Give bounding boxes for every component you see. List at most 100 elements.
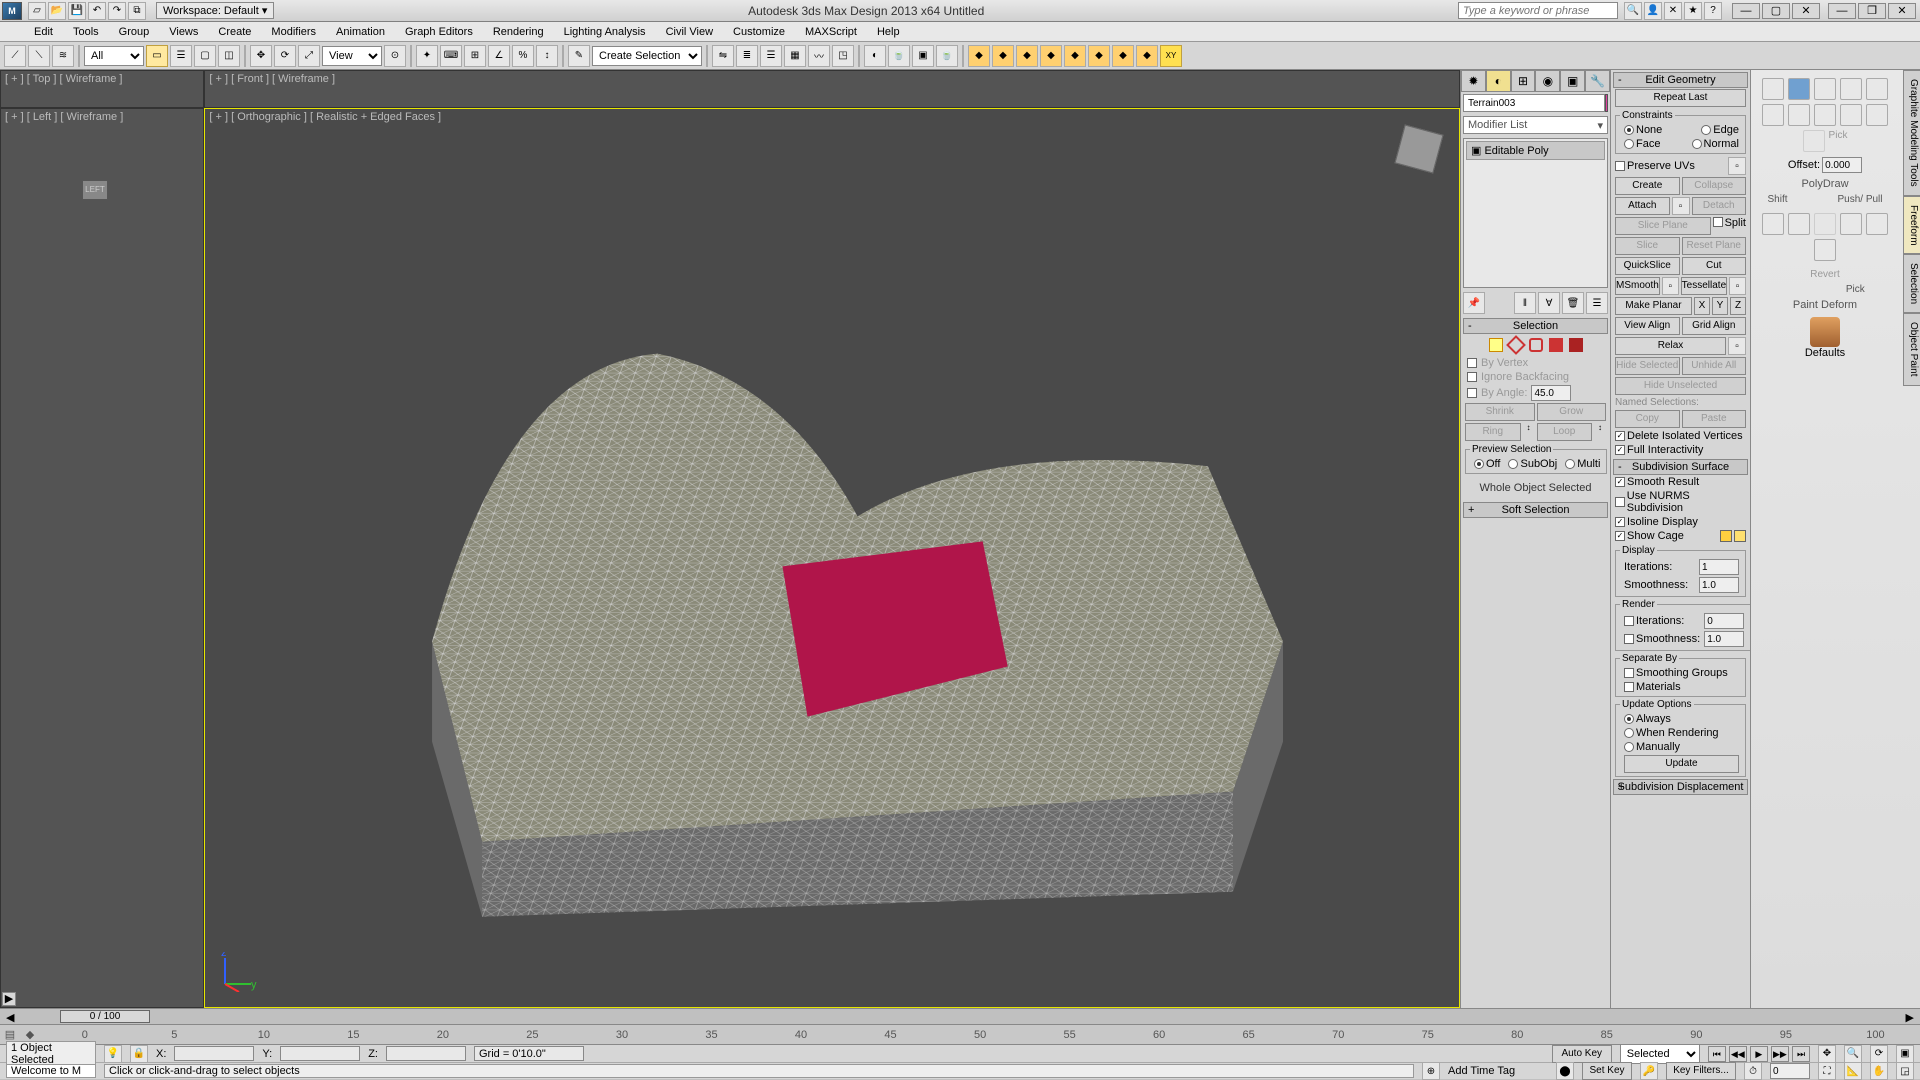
unlink-icon[interactable]: ⟍ (28, 45, 50, 67)
snap-options-2-icon[interactable]: ◆ (992, 45, 1014, 67)
app-logo-icon[interactable]: M (2, 2, 22, 20)
isolate-icon[interactable]: 💡 (104, 1045, 122, 1063)
constraint-normal-radio[interactable] (1692, 139, 1702, 149)
viewport-front[interactable]: [ + ] [ Front ] [ Wireframe ] (204, 70, 1460, 108)
render-setup-icon[interactable]: 🍵 (888, 45, 910, 67)
nav-orbit-icon[interactable]: ⟳ (1870, 1045, 1888, 1063)
key-filters-button[interactable]: Key Filters... (1666, 1062, 1736, 1080)
use-nurms-checkbox[interactable] (1615, 497, 1625, 507)
grid-align-button[interactable]: Grid Align (1682, 317, 1747, 335)
snap-options-4-icon[interactable]: ◆ (1040, 45, 1062, 67)
trackbar[interactable]: ▤ ◆ 0 5 10 15 20 25 30 35 40 45 50 55 60… (0, 1024, 1920, 1044)
maximize-button[interactable]: ▢ (1762, 3, 1790, 19)
update-always-radio[interactable] (1624, 714, 1634, 724)
snap-options-5-icon[interactable]: ◆ (1064, 45, 1086, 67)
maxscript-listener[interactable]: Welcome to M (6, 1064, 96, 1078)
freeform-tool-4-icon[interactable] (1866, 213, 1888, 235)
full-interactivity-checkbox[interactable] (1615, 445, 1625, 455)
freeform-tool-1-icon[interactable] (1762, 213, 1784, 235)
nav-zoom-icon[interactable]: 🔍 (1844, 1045, 1862, 1063)
nav-max-viewport-icon[interactable]: ◲ (1896, 1062, 1914, 1080)
trackbar-keys-icon[interactable]: ◆ (20, 1028, 40, 1041)
menu-tools[interactable]: Tools (65, 24, 107, 40)
polydraw-tool-1-icon[interactable] (1762, 78, 1784, 100)
schematic-view-icon[interactable]: ◳ (832, 45, 854, 67)
freeform-tool-3-icon[interactable] (1840, 213, 1862, 235)
move-icon[interactable]: ✥ (250, 45, 272, 67)
menu-create[interactable]: Create (210, 24, 259, 40)
object-name-field[interactable] (1463, 94, 1605, 112)
menu-rendering[interactable]: Rendering (485, 24, 552, 40)
rollout-edit-geometry[interactable]: -Edit Geometry (1613, 72, 1748, 88)
goto-end-icon[interactable]: ⏭ (1792, 1046, 1810, 1062)
render-smoothness-checkbox[interactable] (1624, 634, 1634, 644)
polydraw-tool-6-icon[interactable] (1762, 104, 1784, 126)
cp-tab-utilities-icon[interactable]: 🔧 (1585, 70, 1610, 92)
preserve-uvs-settings-icon[interactable]: ▫ (1728, 157, 1746, 175)
minimize-button[interactable]: — (1732, 3, 1760, 19)
object-color-swatch[interactable] (1605, 94, 1608, 112)
key-filter-dropdown[interactable]: Selected (1620, 1044, 1700, 1064)
subobj-edge-icon[interactable] (1506, 335, 1526, 355)
subobj-polygon-icon[interactable] (1549, 338, 1563, 352)
nav-fov-icon[interactable]: 📐 (1844, 1062, 1862, 1080)
menu-help[interactable]: Help (869, 24, 908, 40)
sep-materials-checkbox[interactable] (1624, 682, 1634, 692)
menu-graph-editors[interactable]: Graph Editors (397, 24, 481, 40)
timeline[interactable]: ◀ 0 / 100 ▶ (0, 1008, 1920, 1024)
freeform-tool-5-icon[interactable] (1814, 239, 1836, 261)
bind-space-warp-icon[interactable]: ≋ (52, 45, 74, 67)
help-icon[interactable]: ? (1704, 2, 1722, 20)
side-tab-selection[interactable]: Selection (1903, 254, 1920, 313)
cp-tab-modify-icon[interactable]: ◐ (1486, 70, 1511, 92)
graphite-ribbon-icon[interactable]: ▦ (784, 45, 806, 67)
snap-options-8-icon[interactable]: ◆ (1136, 45, 1158, 67)
new-icon[interactable]: ▱ (28, 2, 46, 20)
make-planar-button[interactable]: Make Planar (1615, 297, 1692, 315)
project-icon[interactable]: ⧉ (128, 2, 146, 20)
tessellate-settings-icon[interactable]: ▫ (1729, 277, 1746, 295)
snap-options-7-icon[interactable]: ◆ (1112, 45, 1134, 67)
open-icon[interactable]: 📂 (48, 2, 66, 20)
snap-options-6-icon[interactable]: ◆ (1088, 45, 1110, 67)
menu-edit[interactable]: Edit (26, 24, 61, 40)
side-tab-freeform[interactable]: Freeform (1903, 196, 1920, 255)
cage-color-2[interactable] (1734, 530, 1746, 542)
delete-isolated-checkbox[interactable] (1615, 431, 1625, 441)
menu-animation[interactable]: Animation (328, 24, 393, 40)
defaults-brush-icon[interactable] (1810, 317, 1840, 347)
polydraw-tool-5-icon[interactable] (1866, 78, 1888, 100)
side-tab-object-paint[interactable]: Object Paint (1903, 313, 1920, 385)
constraint-none-radio[interactable] (1624, 125, 1634, 135)
planar-x-button[interactable]: X (1694, 297, 1710, 315)
constraint-edge-radio[interactable] (1701, 125, 1711, 135)
preview-subobj-radio[interactable] (1508, 459, 1518, 469)
menu-modifiers[interactable]: Modifiers (263, 24, 324, 40)
keyboard-shortcut-icon[interactable]: ⌨ (440, 45, 462, 67)
cp-tab-hierarchy-icon[interactable]: ⊞ (1511, 70, 1536, 92)
preview-off-radio[interactable] (1474, 459, 1484, 469)
viewport-expand-icon[interactable]: ▶ (2, 992, 16, 1006)
polydraw-tool-2-icon[interactable] (1788, 78, 1810, 100)
coord-y-field[interactable] (280, 1046, 360, 1061)
quickslice-button[interactable]: QuickSlice (1615, 257, 1680, 275)
show-end-result-icon[interactable]: ‖ (1514, 292, 1536, 314)
polydraw-tool-10-icon[interactable] (1866, 104, 1888, 126)
rollout-soft-selection[interactable]: +Soft Selection (1463, 502, 1608, 518)
display-iterations-field[interactable] (1699, 559, 1739, 575)
coord-z-field[interactable] (386, 1046, 466, 1061)
split-checkbox[interactable] (1713, 217, 1723, 227)
nav-zoom-extents-icon[interactable]: ⛶ (1818, 1062, 1836, 1080)
set-key-button[interactable]: Set Key (1582, 1062, 1632, 1080)
preserve-uvs-checkbox[interactable] (1615, 161, 1625, 171)
xy-constraint-icon[interactable]: XY (1160, 45, 1182, 67)
update-button[interactable]: Update (1624, 755, 1739, 773)
render-iterations-checkbox[interactable] (1624, 616, 1634, 626)
polydraw-tool-4-icon[interactable] (1840, 78, 1862, 100)
layers-icon[interactable]: ☰ (760, 45, 782, 67)
cut-button[interactable]: Cut (1682, 257, 1747, 275)
rotate-icon[interactable]: ⟳ (274, 45, 296, 67)
polydraw-tool-9-icon[interactable] (1840, 104, 1862, 126)
nav-pan2-icon[interactable]: ✋ (1870, 1062, 1888, 1080)
trackbar-toggle-icon[interactable]: ▤ (0, 1028, 20, 1041)
